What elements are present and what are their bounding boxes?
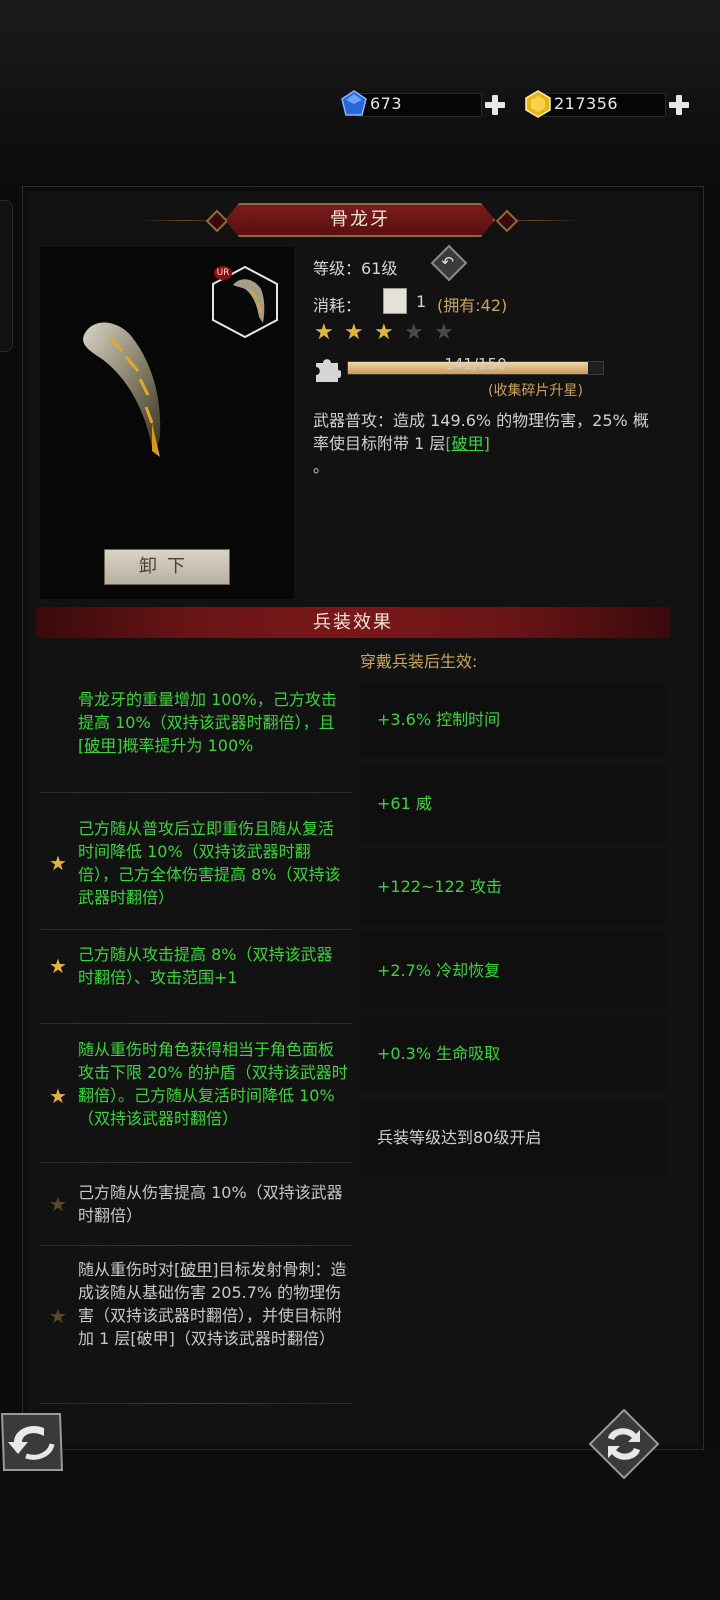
rarity-badge: UR xyxy=(214,266,232,280)
effect-text: 己方随从攻击提高 8%（双持该武器时翻倍）、攻击范围+1 xyxy=(78,945,333,987)
effect-star-icon: ★ xyxy=(49,851,67,875)
star-icon: ★ xyxy=(314,320,334,345)
stat-text: +122~122 攻击 xyxy=(377,877,502,896)
swap-button[interactable] xyxy=(588,1408,660,1480)
effect-text: 己方随从普攻后立即重伤且随从复活时间降低 10%（双持该武器时翻倍），己方全体伤… xyxy=(78,819,341,907)
stat-row: +122~122 攻击 xyxy=(360,849,666,925)
armor-break-link[interactable]: [破甲] xyxy=(78,736,123,755)
armor-break-link[interactable]: [破甲] xyxy=(445,434,490,453)
blue-gem-icon xyxy=(341,90,367,116)
stat-row: +2.7% 冷却恢复 xyxy=(360,932,666,1009)
add-gems-plus-icon[interactable] xyxy=(484,94,506,116)
level-label: 等级： xyxy=(313,259,362,278)
effect-text: 随从重伤时对[破甲]目标发射骨刺：造成该随从基础伤害 205.7% 的物理伤害（… xyxy=(78,1260,347,1348)
unequip-button[interactable]: 卸下 xyxy=(104,549,230,585)
effect-divider xyxy=(40,792,352,793)
stat-text: +3.6% 控制时间 xyxy=(377,710,501,729)
left-edge-tab xyxy=(0,200,13,352)
gold-amount: 217356 xyxy=(554,94,619,113)
stat-text: 兵装等级达到80级开启 xyxy=(377,1127,542,1147)
effect-divider xyxy=(40,1245,352,1246)
effect-divider xyxy=(40,929,352,930)
level-value: 61级 xyxy=(361,259,398,278)
add-gold-plus-icon[interactable] xyxy=(668,94,690,116)
stat-row: 兵装等级达到80级开启 xyxy=(360,1099,666,1176)
desc-end: 。 xyxy=(313,457,330,476)
effect-text: 随从重伤时角色获得相当于角色面板攻击下限 20% 的护盾（双持该武器时翻倍）。己… xyxy=(78,1040,348,1128)
stat-row: +3.6% 控制时间 xyxy=(360,682,666,758)
shard-hint: (收集碎片升星) xyxy=(488,383,583,399)
back-button[interactable] xyxy=(0,1410,66,1474)
star-icon: ★ xyxy=(404,320,424,345)
puzzle-icon xyxy=(316,359,341,382)
stat-text: +61 威 xyxy=(377,793,432,813)
effect-star-icon: ★ xyxy=(49,1192,67,1216)
effect-star-icon: ★ xyxy=(49,1303,67,1328)
stat-row: +61 威 xyxy=(360,765,666,842)
cost-label: 消耗： xyxy=(313,296,362,315)
stat-text: +0.3% 生命吸取 xyxy=(377,1044,501,1063)
effect-star-icon: ★ xyxy=(49,1083,67,1108)
effect-divider xyxy=(40,1023,352,1024)
scroll-icon xyxy=(383,288,407,314)
stats-heading: 穿戴兵装后生效: xyxy=(360,652,478,671)
item-name: 骨龙牙 xyxy=(330,209,390,230)
effect-text: 骨龙牙的重量增加 100%，己方攻击提高 10%（双持该武器时翻倍），且[破甲]… xyxy=(78,690,337,755)
shard-progress-text: 141/150 xyxy=(444,355,507,373)
gem-currency: 673 xyxy=(340,90,510,118)
effect-divider xyxy=(40,1162,352,1163)
effect-star-icon: ★ xyxy=(49,954,67,978)
effect-divider xyxy=(40,1403,352,1404)
star-icon: ★ xyxy=(434,320,454,345)
armor-break-link[interactable]: [破甲] xyxy=(174,1260,219,1279)
gold-currency: 217356 xyxy=(524,90,694,118)
reset-icon: ↶ xyxy=(441,252,455,271)
effect-text: 己方随从伤害提高 10%（双持该武器时翻倍） xyxy=(78,1183,343,1225)
stat-text: +2.7% 冷却恢复 xyxy=(377,960,501,980)
gem-amount: 673 xyxy=(370,94,403,113)
star-icon: ★ xyxy=(374,320,394,345)
weapon-attack-description: 武器普攻：造成 149.6% 的物理伤害，25% 概率使目标附带 1 层[破甲]… xyxy=(313,409,658,478)
effects-title: 兵装效果 xyxy=(313,612,393,633)
stat-row: +0.3% 生命吸取 xyxy=(360,1016,666,1092)
gold-coin-icon xyxy=(525,90,551,118)
cost-quantity: 1 xyxy=(416,292,427,311)
level-row: 等级：61级 xyxy=(313,255,397,279)
star-icon: ★ xyxy=(344,320,364,345)
owned-count: (拥有:42) xyxy=(437,296,508,315)
